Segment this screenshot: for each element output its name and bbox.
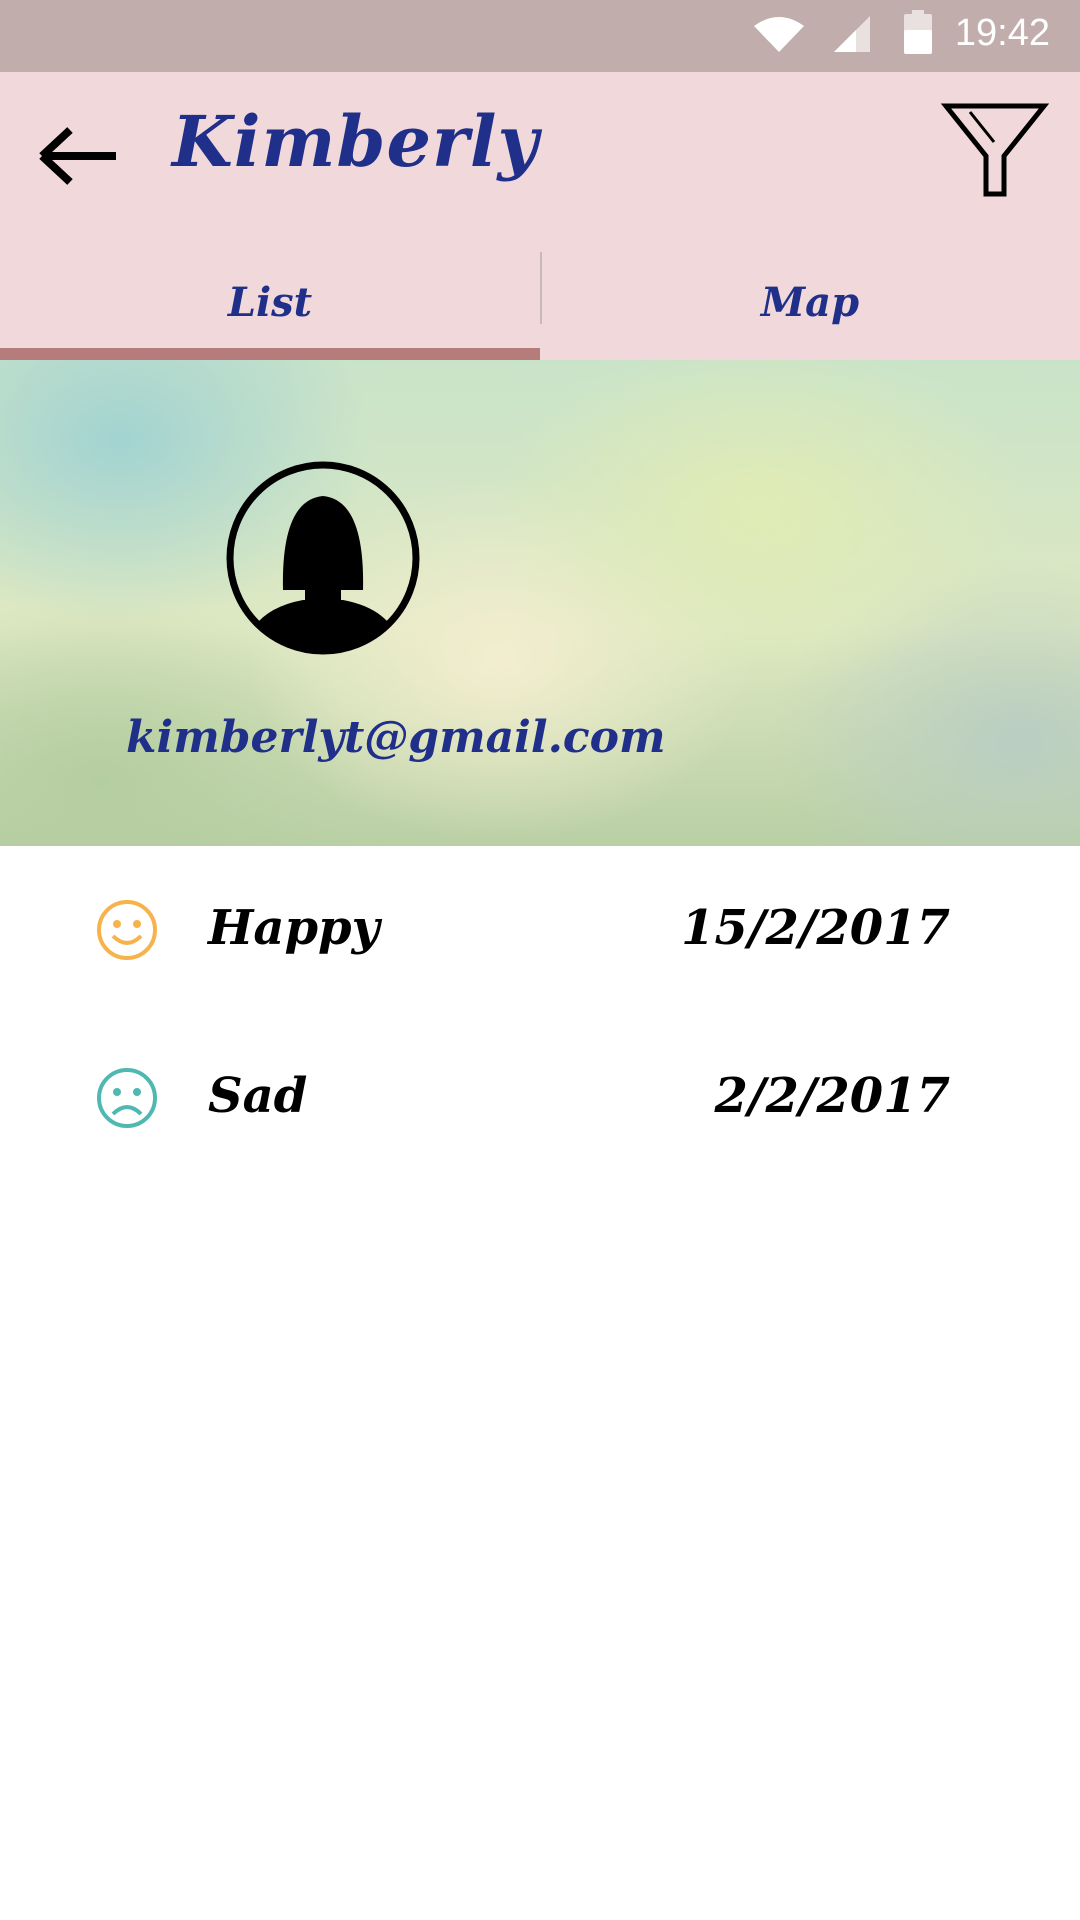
arrow-left-icon — [39, 127, 116, 185]
funnel-icon — [940, 103, 1050, 197]
smile-icon — [97, 900, 157, 960]
page-title: Kimberly — [172, 100, 540, 183]
mood-list-item[interactable]: Happy 15/2/2017 — [0, 846, 1080, 996]
status-time: 19:42 — [954, 12, 1050, 54]
tab-divider — [540, 252, 542, 324]
filter-button[interactable] — [940, 100, 1050, 200]
wifi-icon — [754, 17, 804, 52]
tab-list[interactable]: List — [0, 244, 540, 360]
back-button[interactable] — [30, 112, 130, 212]
mood-label: Sad — [208, 1068, 308, 1124]
frown-icon — [97, 1068, 157, 1128]
status-bar: 19:42 — [0, 0, 1080, 72]
mood-date: 15/2/2017 — [681, 900, 950, 956]
mood-list-item[interactable]: Sad 2/2/2017 — [0, 1014, 1080, 1164]
female-avatar-icon[interactable] — [225, 460, 421, 656]
cell-signal-icon — [834, 16, 870, 52]
mood-label: Happy — [208, 900, 380, 956]
profile-header: kimberlyt@gmail.com — [0, 360, 1080, 846]
battery-icon — [904, 10, 932, 54]
profile-email: kimberlyt@gmail.com — [126, 712, 666, 763]
tab-map[interactable]: Map — [540, 244, 1080, 360]
mood-date: 2/2/2017 — [714, 1068, 950, 1124]
tab-indicator — [0, 348, 540, 360]
